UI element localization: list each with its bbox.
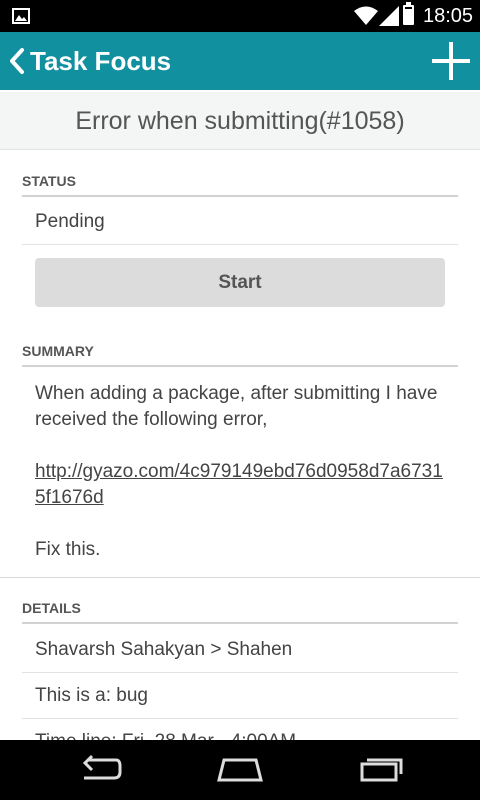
wifi-icon xyxy=(354,6,378,25)
details-section-header: DETAILS xyxy=(22,600,458,624)
navigation-bar xyxy=(0,740,480,800)
section-divider xyxy=(0,577,480,578)
status-section-header: STATUS xyxy=(22,173,458,197)
summary-closing-text: Fix this. xyxy=(35,539,101,560)
signal-icon xyxy=(379,6,399,26)
nav-back-icon[interactable] xyxy=(78,754,122,784)
details-assignment: Shavarsh Sahakyan > Shahen xyxy=(22,627,458,673)
start-button[interactable]: Start xyxy=(35,258,445,307)
summary-section-header: SUMMARY xyxy=(22,343,458,367)
summary-body: When adding a package, after submitting … xyxy=(35,381,450,589)
back-chevron-icon[interactable] xyxy=(6,46,30,76)
details-type: This is a: bug xyxy=(22,673,458,719)
summary-text: When adding a package, after submitting … xyxy=(35,383,438,430)
add-icon[interactable] xyxy=(430,40,472,82)
status-value: Pending xyxy=(22,200,458,245)
summary-link[interactable]: http://gyazo.com/4c979149ebd76d0958d7a67… xyxy=(35,461,443,508)
nav-recents-icon[interactable] xyxy=(358,754,406,784)
app-title[interactable]: Task Focus xyxy=(30,46,171,77)
status-time: 18:05 xyxy=(423,5,474,27)
nav-home-icon[interactable] xyxy=(216,754,264,784)
action-bar: Task Focus xyxy=(0,32,480,90)
status-bar: 18:05 xyxy=(0,0,480,32)
task-title: Error when submitting(#1058) xyxy=(75,107,405,135)
gallery-notification-icon xyxy=(12,8,30,24)
battery-icon xyxy=(403,2,414,25)
task-heading: Error when submitting(#1058) xyxy=(0,92,480,150)
